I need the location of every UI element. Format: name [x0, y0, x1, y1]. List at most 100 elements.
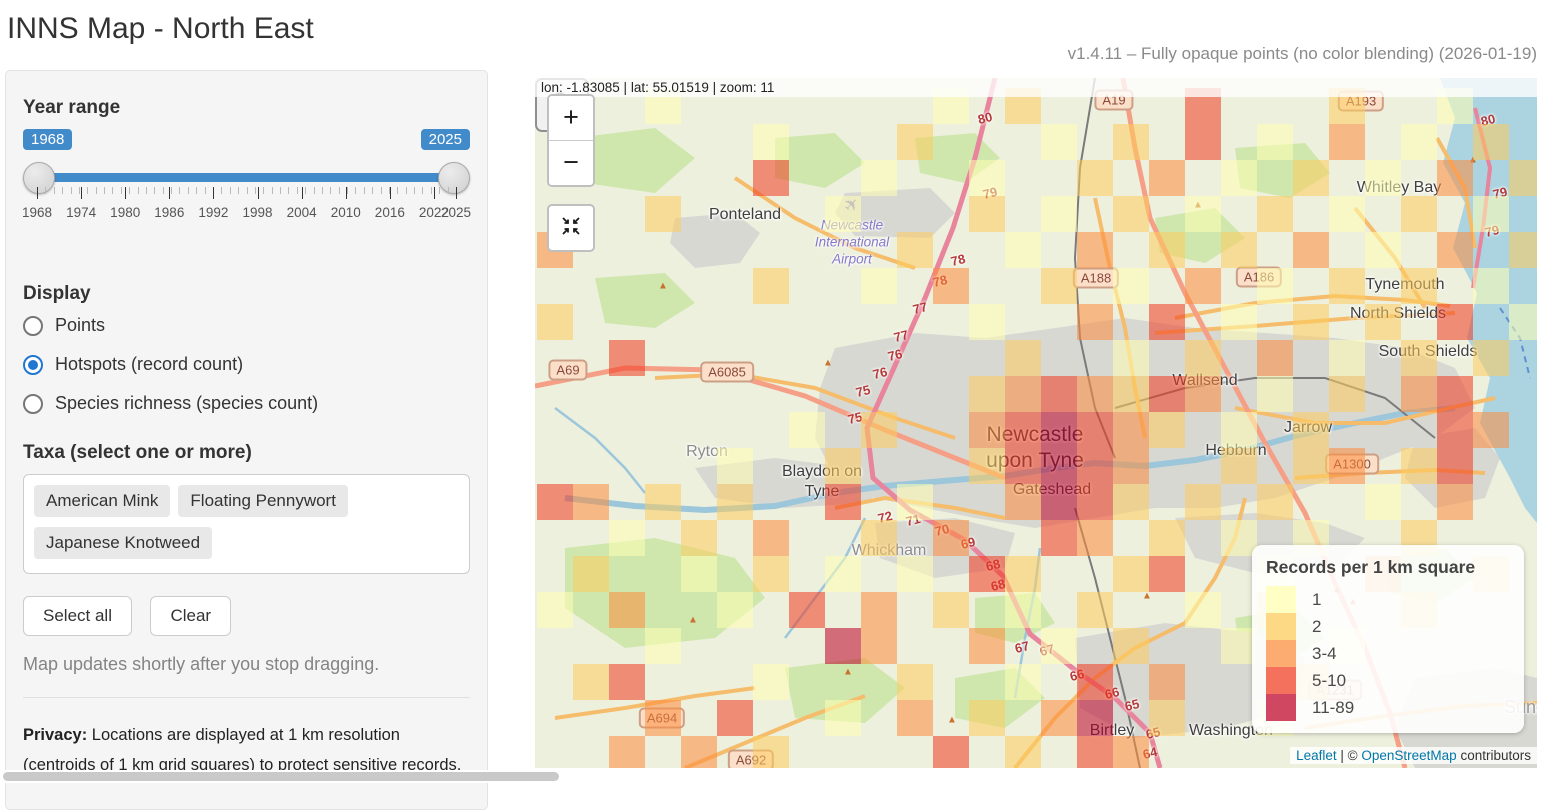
slider-grid-label: 2010: [331, 205, 361, 220]
road-badge: A6085: [700, 362, 754, 383]
drag-note: Map updates shortly after you stop dragg…: [23, 654, 470, 675]
map-coords-bar: lon: -1.83085 | lat: 55.01519 | zoom: 11: [535, 78, 1537, 97]
zoom-in-button[interactable]: +: [549, 96, 593, 141]
openstreetmap-link[interactable]: OpenStreetMap: [1361, 748, 1456, 763]
place-label: Gateshead: [1013, 480, 1091, 500]
radio-icon[interactable]: [23, 394, 43, 414]
display-option-hotspots[interactable]: Hotspots (record count): [23, 354, 470, 375]
radio-label: Hotspots (record count): [55, 354, 243, 375]
legend-swatch: [1266, 667, 1296, 694]
display-heading: Display: [23, 283, 470, 305]
place-label: Wallsend: [1172, 371, 1237, 391]
display-radio-group: Points Hotspots (record count) Species ric…: [23, 315, 470, 414]
slider-grid-labels: 1968197419801986199219982004201020162022…: [37, 205, 456, 225]
legend-row: 3-4: [1266, 640, 1510, 667]
road-badge: A69: [548, 360, 587, 381]
display-option-points[interactable]: Points: [23, 315, 470, 336]
legend-label: 2: [1312, 617, 1321, 637]
place-label: Tynemouth: [1365, 275, 1444, 295]
clear-button[interactable]: Clear: [150, 596, 231, 636]
legend-row: 5-10: [1266, 667, 1510, 694]
road-badge: A1300: [1325, 454, 1379, 475]
peak-icon: ▲: [947, 715, 957, 726]
peak-icon: ▲: [688, 615, 698, 626]
radio-icon[interactable]: [23, 316, 43, 336]
map-legend: Records per 1 km square 1 2 3-4 5-10 11-89: [1252, 545, 1524, 733]
slider-grid-label: 1986: [154, 205, 184, 220]
legend-title: Records per 1 km square: [1266, 557, 1510, 578]
zoom-out-button[interactable]: −: [549, 141, 593, 185]
radio-icon[interactable]: [23, 355, 43, 375]
peak-icon: ▲: [843, 667, 853, 678]
sidebar-divider: [23, 697, 470, 698]
year-range-slider[interactable]: 1968 2025 1968 1974 1980 1986 1992 1998 2004 20…: [23, 129, 470, 269]
taxa-tag[interactable]: Floating Pennywort: [178, 485, 348, 517]
taxa-select-box[interactable]: American MinkFloating Pennywort Japanese …: [23, 474, 470, 574]
legend-label: 3-4: [1312, 644, 1337, 664]
slider-grid-label: 1968: [22, 205, 52, 220]
peak-icon: ▲: [1468, 155, 1478, 166]
scrollbar-thumb[interactable]: [3, 772, 559, 781]
place-label: Whickham: [852, 541, 927, 561]
display-option-species[interactable]: Species richness (species count): [23, 393, 470, 414]
legend-swatch: [1266, 586, 1296, 613]
place-label: Newcastle International Airport: [815, 218, 889, 269]
slider-from-badge: 1968: [23, 129, 72, 150]
road-badge: A188: [1073, 268, 1119, 289]
radio-label: Species richness (species count): [55, 393, 318, 414]
attribution-suffix: contributors: [1457, 748, 1531, 763]
attribution-sep: | ©: [1337, 748, 1362, 763]
legend-swatch: [1266, 613, 1296, 640]
slider-to-badge: 2025: [421, 129, 470, 150]
slider-grid-label: 1992: [198, 205, 228, 220]
slider-grid-label: 1998: [242, 205, 272, 220]
place-label: Blaydon on Tyne: [782, 462, 862, 502]
privacy-body: Locations are displayed at 1 km resoluti…: [23, 726, 461, 774]
taxa-heading: Taxa (select one or more): [23, 442, 470, 464]
leaflet-link[interactable]: Leaflet: [1296, 748, 1337, 763]
place-label: North Shields: [1350, 304, 1446, 324]
place-label: Birtley: [1090, 721, 1134, 741]
legend-swatch: [1266, 694, 1296, 721]
radio-label: Points: [55, 315, 105, 336]
place-label: Jarrow: [1284, 418, 1332, 438]
legend-row: 1: [1266, 586, 1510, 613]
horizontal-scrollbar[interactable]: [0, 770, 1568, 783]
peak-icon: ▲: [1193, 200, 1203, 211]
fit-bounds-button[interactable]: [547, 204, 595, 252]
year-range-heading: Year range: [23, 97, 470, 119]
slider-grid-label: 1980: [110, 205, 140, 220]
taxa-tag[interactable]: American Mink: [34, 485, 170, 517]
version-note: v1.4.11 – Fully opaque points (no color …: [1068, 44, 1537, 64]
road-badge: A186: [1236, 267, 1282, 288]
taxa-tag[interactable]: Japanese Knotweed: [34, 527, 212, 559]
slider-grid-label: 2025: [441, 205, 471, 220]
map-canvas[interactable]: ✈ lon: -1.83085 | lat: 55.01519 | zoom: …: [535, 78, 1537, 768]
legend-row: 11-89: [1266, 694, 1510, 721]
place-label: Hebburn: [1205, 441, 1266, 461]
slider-grid-label: 2004: [287, 205, 317, 220]
privacy-label: Privacy:: [23, 726, 87, 744]
place-label: Ryton: [686, 442, 728, 462]
place-label: Ponteland: [709, 205, 781, 225]
legend-label: 11-89: [1312, 698, 1354, 718]
road-badge: A692: [728, 750, 774, 769]
slider-grid-label: 2016: [375, 205, 405, 220]
peak-icon: ▲: [1142, 591, 1152, 602]
peak-icon: ▲: [658, 281, 668, 292]
sidebar-panel: Year range 1968 2025 1968 1974 1980 1986 199…: [5, 70, 488, 810]
legend-label: 5-10: [1312, 671, 1346, 691]
slider-ticks: [37, 187, 456, 203]
select-all-button[interactable]: Select all: [23, 596, 132, 636]
place-label: Newcastle upon Tyne: [986, 422, 1084, 475]
slider-grid-label: 1974: [66, 205, 96, 220]
peak-icon: ▲: [823, 358, 833, 369]
zoom-control: + −: [547, 94, 595, 187]
legend-label: 1: [1312, 590, 1321, 610]
place-label: Whitley Bay: [1357, 178, 1441, 198]
road-badge: A694: [639, 708, 685, 729]
place-label: South Shields: [1379, 342, 1478, 362]
shrink-arrows-icon: [561, 216, 581, 241]
slider-active-bar: [33, 173, 460, 182]
map-attribution: Leaflet | © OpenStreetMap contributors: [1290, 747, 1537, 764]
